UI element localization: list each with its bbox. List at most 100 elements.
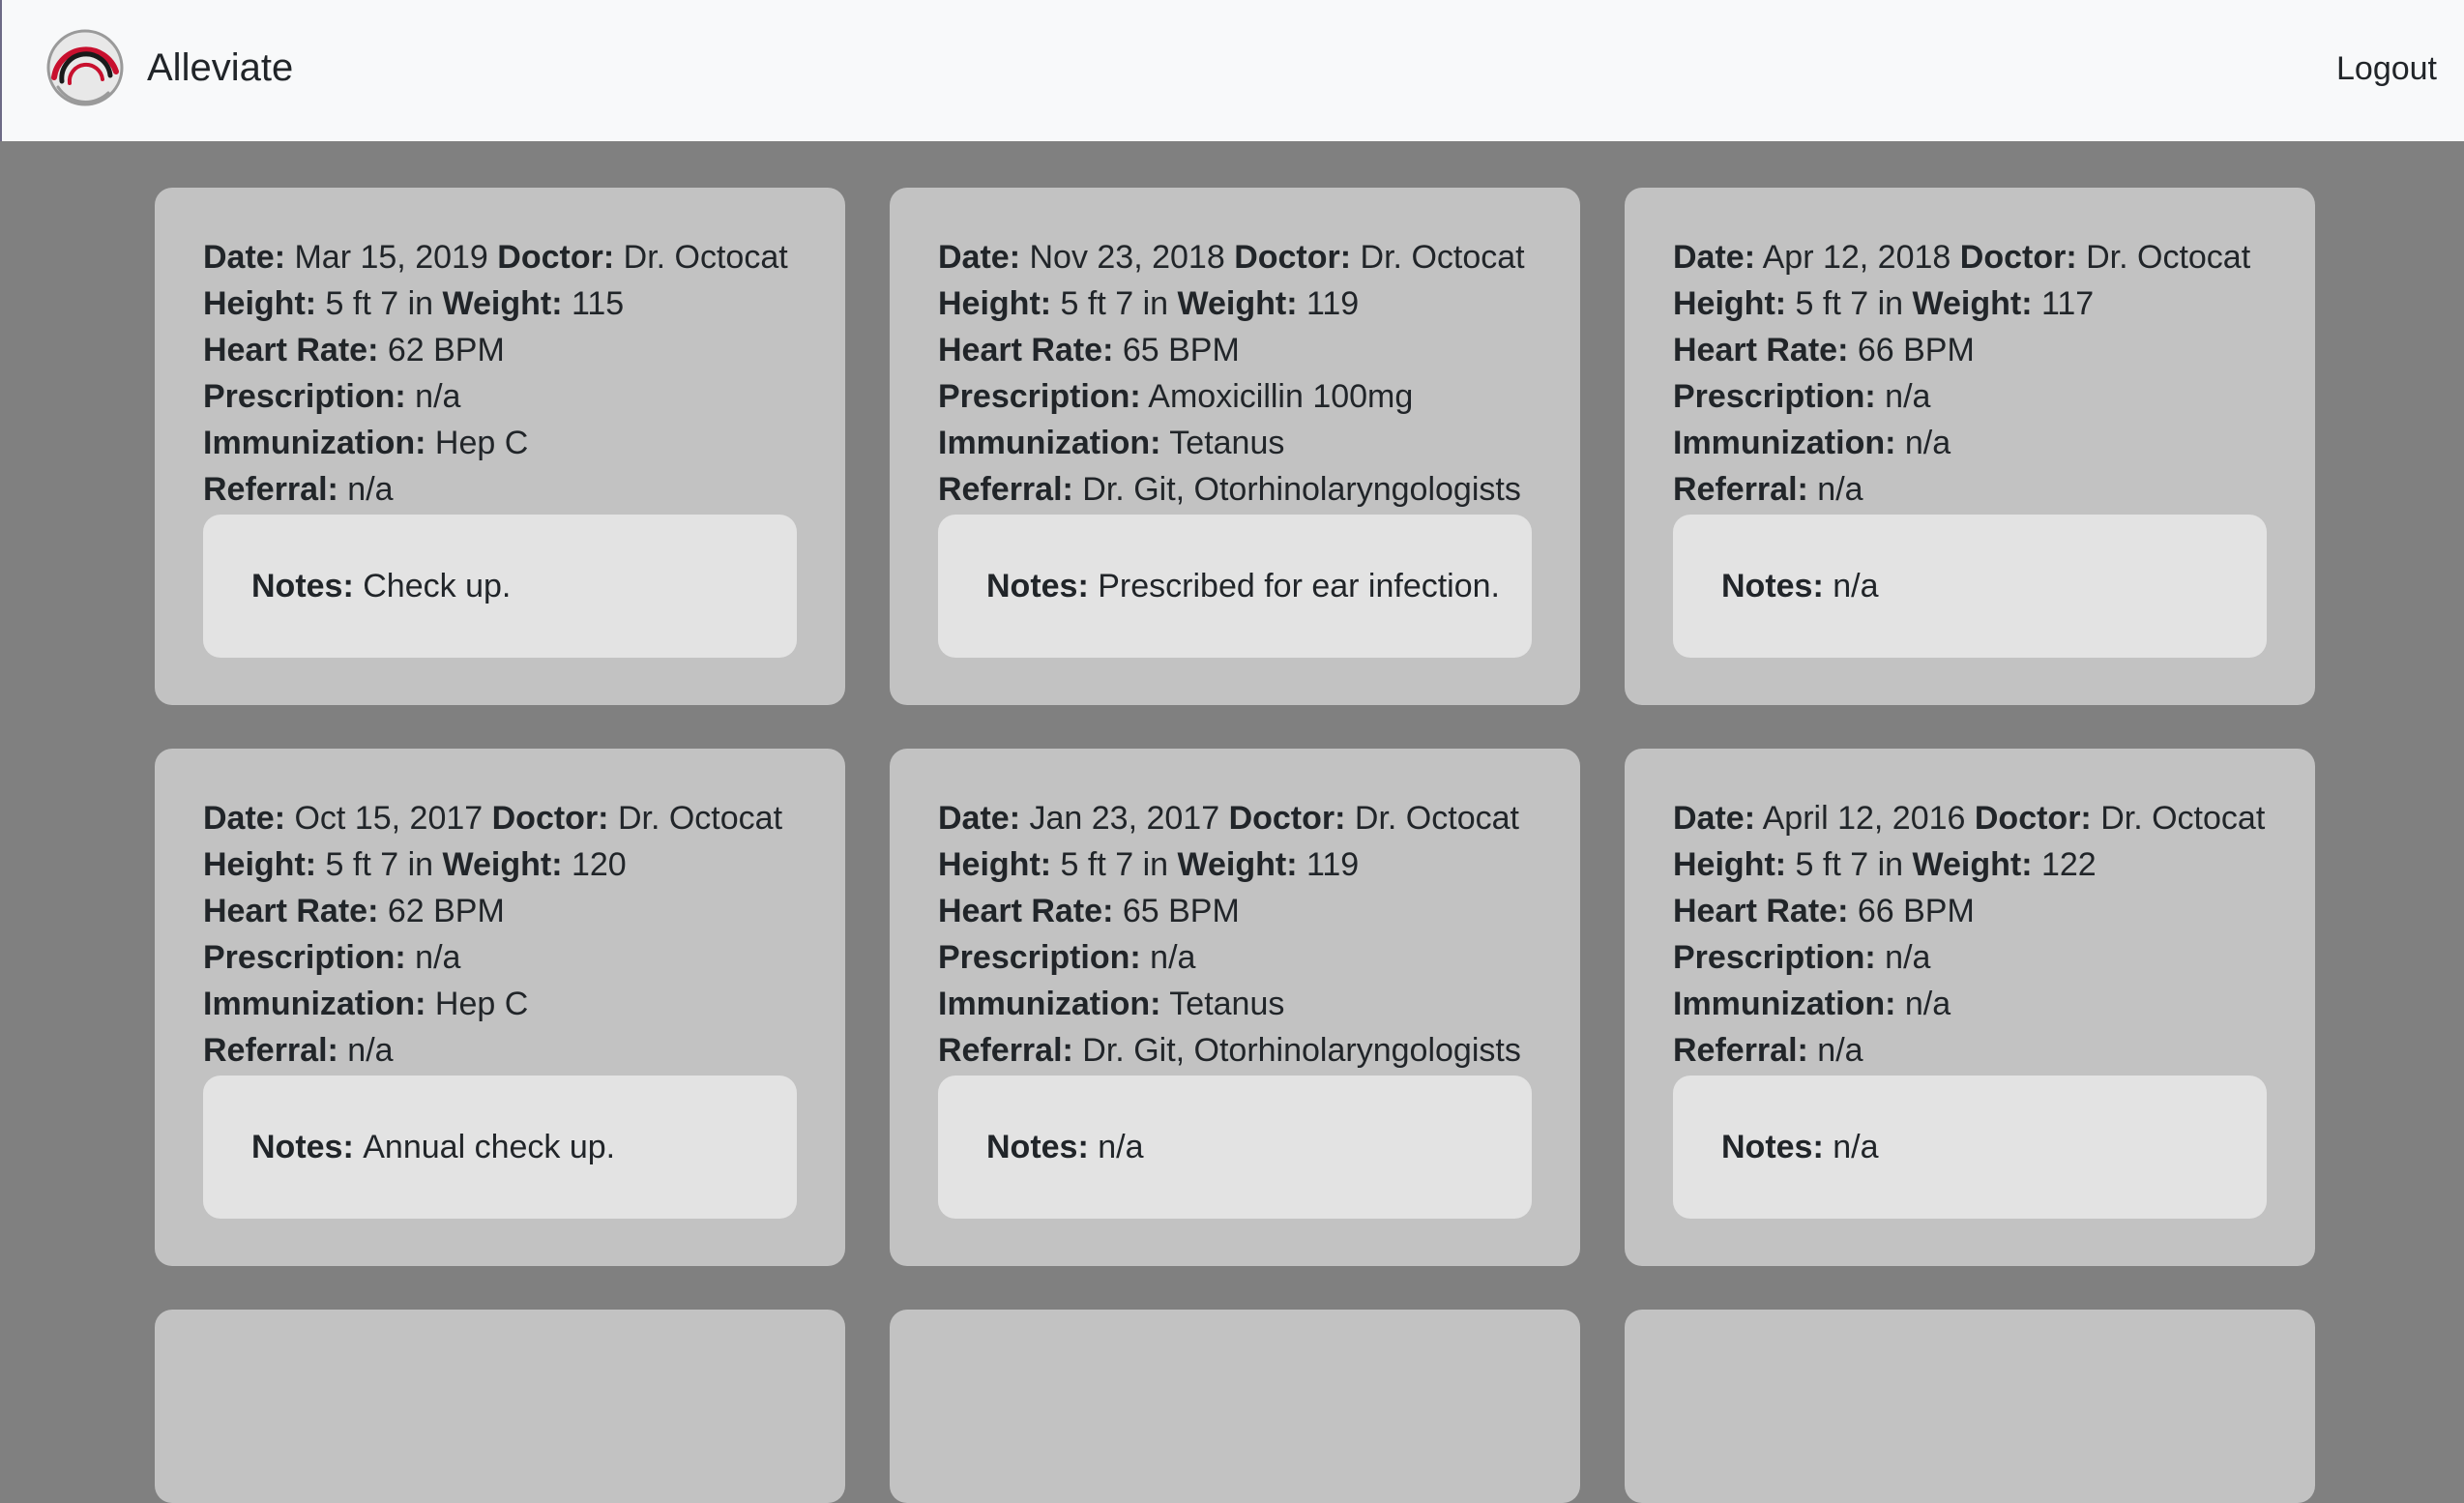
immunization-label: Immunization:: [1673, 425, 1896, 461]
immunization-value: n/a: [1904, 425, 1951, 461]
doctor-label: Doctor:: [1234, 239, 1352, 276]
weight-value: 119: [1305, 285, 1360, 322]
heart-rate-line: Heart Rate: 65 BPM: [938, 888, 1532, 934]
immunization-line: Immunization: Hep C: [203, 420, 797, 466]
referral-label: Referral:: [203, 1032, 338, 1069]
height-weight-line: Height: 5 ft 7 in Weight: 120: [203, 841, 797, 888]
heart-rate-value: 66 BPM: [1857, 332, 1975, 368]
heart-rate-label: Heart Rate:: [1673, 332, 1849, 368]
doctor-label: Doctor:: [1974, 800, 2092, 837]
referral-label: Referral:: [938, 1032, 1073, 1069]
prescription-value: n/a: [1885, 939, 1931, 976]
doctor-label: Doctor:: [491, 800, 609, 837]
record-card: Date: April 12, 2016 Doctor: Dr. Octocat…: [1625, 749, 2315, 1266]
date-doctor-line: Date: Oct 15, 2017 Doctor: Dr. Octocat: [203, 795, 797, 841]
referral-line: Referral: Dr. Git, Otorhinolaryngologist…: [938, 1027, 1532, 1074]
prescription-value: n/a: [415, 939, 461, 976]
record-card: Date: Apr 12, 2018 Doctor: Dr. Octocat H…: [1625, 188, 2315, 705]
referral-line: Referral: n/a: [203, 466, 797, 513]
referral-value: n/a: [1817, 1032, 1863, 1069]
immunization-label: Immunization:: [203, 986, 426, 1022]
prescription-label: Prescription:: [203, 939, 406, 976]
height-weight-line: Height: 5 ft 7 in Weight: 115: [203, 280, 797, 327]
weight-label: Weight:: [1177, 846, 1298, 883]
date-doctor-line: Date: Mar 15, 2019 Doctor: Dr. Octocat: [203, 234, 797, 280]
referral-label: Referral:: [1673, 1032, 1808, 1069]
immunization-value: Hep C: [434, 425, 529, 461]
prescription-line: Prescription: n/a: [1673, 373, 2267, 420]
referral-value: n/a: [1817, 471, 1863, 508]
date-doctor-line: Date: Jan 23, 2017 Doctor: Dr. Octocat: [938, 795, 1532, 841]
referral-line: Referral: n/a: [1673, 1027, 2267, 1074]
referral-value: n/a: [347, 471, 394, 508]
heart-rate-value: 62 BPM: [387, 893, 505, 929]
heart-rate-value: 65 BPM: [1122, 332, 1240, 368]
doctor-label: Doctor:: [497, 239, 615, 276]
notes-value: Prescribed for ear infection.: [1098, 567, 1501, 604]
referral-line: Referral: n/a: [203, 1027, 797, 1074]
heart-rate-label: Heart Rate:: [938, 332, 1114, 368]
weight-value: 122: [2040, 846, 2097, 883]
heart-rate-value: 66 BPM: [1857, 893, 1975, 929]
height-weight-line: Height: 5 ft 7 in Weight: 119: [938, 841, 1532, 888]
height-label: Height:: [203, 285, 317, 322]
notes-label: Notes:: [1721, 1128, 1824, 1165]
doctor-value: Dr. Octocat: [2086, 239, 2251, 276]
prescription-line: Prescription: n/a: [203, 373, 797, 420]
prescription-line: Prescription: n/a: [938, 934, 1532, 981]
notes-box: Notes: n/a: [1673, 515, 2267, 658]
date-label: Date:: [1673, 239, 1756, 276]
height-weight-line: Height: 5 ft 7 in Weight: 119: [938, 280, 1532, 327]
height-value: 5 ft 7 in: [1060, 285, 1169, 322]
immunization-line: Immunization: n/a: [1673, 981, 2267, 1027]
height-label: Height:: [938, 846, 1052, 883]
record-card-partial: [890, 1310, 1580, 1503]
date-value: Jan 23, 2017: [1029, 800, 1220, 837]
weight-value: 119: [1305, 846, 1360, 883]
navbar: Alleviate Logout: [0, 0, 2464, 141]
referral-label: Referral:: [1673, 471, 1808, 508]
prescription-line: Prescription: n/a: [1673, 934, 2267, 981]
notes-box: Notes: Annual check up.: [203, 1076, 797, 1219]
referral-label: Referral:: [938, 471, 1073, 508]
prescription-label: Prescription:: [1673, 939, 1876, 976]
prescription-label: Prescription:: [938, 939, 1141, 976]
brand[interactable]: Alleviate: [44, 27, 293, 108]
notes-label: Notes:: [1721, 567, 1824, 604]
record-card: Date: Jan 23, 2017 Doctor: Dr. Octocat H…: [890, 749, 1580, 1266]
height-value: 5 ft 7 in: [325, 846, 434, 883]
heart-rate-line: Heart Rate: 62 BPM: [203, 327, 797, 373]
immunization-line: Immunization: Tetanus: [938, 981, 1532, 1027]
notes-label: Notes:: [986, 567, 1089, 604]
heart-rate-value: 62 BPM: [387, 332, 505, 368]
heart-rate-value: 65 BPM: [1122, 893, 1240, 929]
immunization-label: Immunization:: [938, 425, 1161, 461]
weight-value: 117: [2040, 285, 2095, 322]
date-label: Date:: [203, 239, 286, 276]
doctor-label: Doctor:: [1228, 800, 1346, 837]
date-label: Date:: [203, 800, 286, 837]
heart-rate-label: Heart Rate:: [1673, 893, 1849, 929]
height-value: 5 ft 7 in: [325, 285, 434, 322]
record-card: Date: Oct 15, 2017 Doctor: Dr. Octocat H…: [155, 749, 845, 1266]
date-value: Apr 12, 2018: [1762, 239, 1951, 276]
record-card-partial: [155, 1310, 845, 1503]
logout-link[interactable]: Logout: [2336, 50, 2437, 88]
date-value: Mar 15, 2019: [294, 239, 488, 276]
date-doctor-line: Date: Apr 12, 2018 Doctor: Dr. Octocat: [1673, 234, 2267, 280]
date-doctor-line: Date: April 12, 2016 Doctor: Dr. Octocat: [1673, 795, 2267, 841]
notes-label: Notes:: [251, 1128, 354, 1165]
height-value: 5 ft 7 in: [1795, 285, 1904, 322]
immunization-line: Immunization: n/a: [1673, 420, 2267, 466]
immunization-label: Immunization:: [203, 425, 426, 461]
notes-label: Notes:: [986, 1128, 1089, 1165]
prescription-value: n/a: [1885, 378, 1931, 415]
notes-box: Notes: Check up.: [203, 515, 797, 658]
height-value: 5 ft 7 in: [1795, 846, 1904, 883]
height-value: 5 ft 7 in: [1060, 846, 1169, 883]
date-value: Oct 15, 2017: [294, 800, 484, 837]
doctor-value: Dr. Octocat: [617, 800, 783, 837]
prescription-value: n/a: [415, 378, 461, 415]
doctor-value: Dr. Octocat: [1360, 239, 1525, 276]
height-weight-line: Height: 5 ft 7 in Weight: 117: [1673, 280, 2267, 327]
